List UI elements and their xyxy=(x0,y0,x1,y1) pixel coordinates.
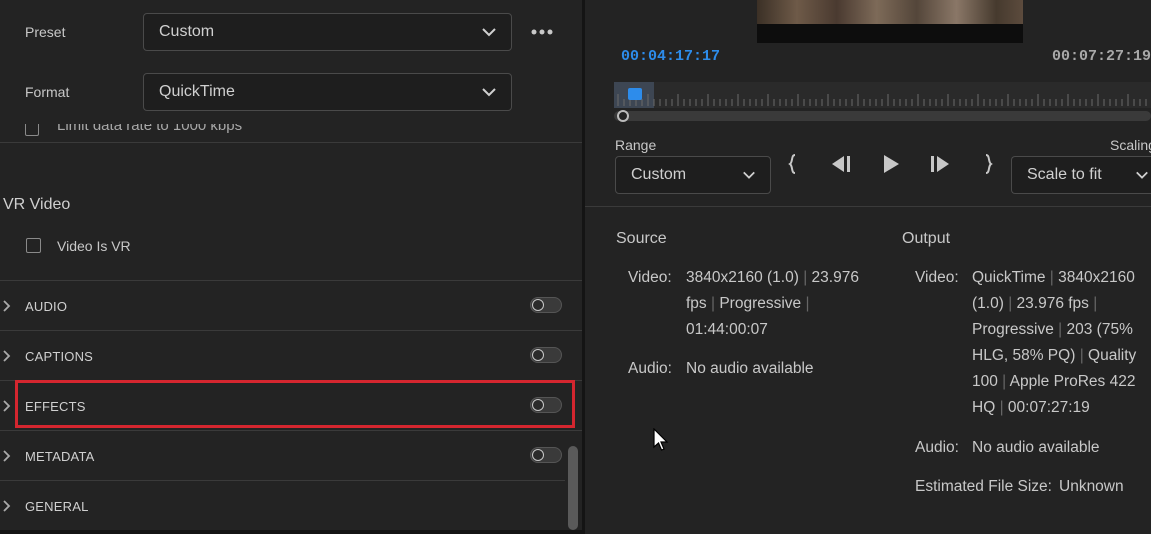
effects-highlight-box xyxy=(15,380,575,428)
output-video-line: (1.0) | 23.976 fps | xyxy=(972,295,1098,312)
play-icon[interactable] xyxy=(881,154,901,174)
chevron-right-icon xyxy=(3,400,11,412)
playhead-marker[interactable] xyxy=(628,88,642,100)
step-back-icon[interactable] xyxy=(829,155,853,173)
source-video-label: Video: xyxy=(628,269,672,286)
output-video-info: QuickTime | 3840x2160 (1.0) | 23.976 fps… xyxy=(972,265,1150,421)
output-video-line: QuickTime | 3840x2160 xyxy=(972,269,1135,286)
limit-data-rate-row: Limit data rate to 1000 kbps xyxy=(0,124,582,142)
source-video-line: 01:44:00:07 xyxy=(686,321,768,338)
estimated-size-label: Estimated File Size: xyxy=(915,478,1052,495)
source-audio-value: No audio available xyxy=(686,360,814,377)
section-metadata[interactable]: METADATA xyxy=(0,431,565,480)
scaling-label: Scaling xyxy=(1110,137,1151,153)
bottom-border xyxy=(0,530,582,534)
source-video-line: 3840x2160 (1.0) | 23.976 xyxy=(686,269,859,286)
vr-video-heading: VR Video xyxy=(3,196,71,213)
timeline-ticks xyxy=(617,94,1147,106)
section-audio[interactable]: AUDIO xyxy=(0,281,582,330)
scrollbar[interactable] xyxy=(568,446,578,530)
divider xyxy=(0,142,582,143)
chevron-down-icon xyxy=(743,171,755,179)
section-captions[interactable]: CAPTIONS xyxy=(0,331,582,380)
section-label: GENERAL xyxy=(25,499,89,514)
output-video-label: Video: xyxy=(915,269,959,286)
section-general[interactable]: GENERAL xyxy=(0,481,565,530)
chevron-right-icon xyxy=(3,350,11,362)
export-settings-panel: Preset Custom Format QuickTime Limit dat… xyxy=(0,0,582,534)
source-heading: Source xyxy=(616,230,667,247)
step-forward-icon[interactable] xyxy=(928,155,952,173)
chevron-right-icon xyxy=(3,500,11,512)
scaling-value: Scale to fit xyxy=(1027,166,1102,183)
scaling-dropdown[interactable]: Scale to fit xyxy=(1011,156,1151,194)
metadata-toggle[interactable] xyxy=(530,447,562,463)
chevron-right-icon xyxy=(3,450,11,462)
source-video-line: fps | Progressive | xyxy=(686,295,810,312)
format-label: Format xyxy=(25,84,70,100)
chevron-down-icon xyxy=(482,88,496,97)
chevron-down-icon xyxy=(482,28,496,37)
output-audio-value: No audio available xyxy=(972,439,1100,456)
estimated-size-value: Unknown xyxy=(1059,478,1124,495)
output-video-line: Progressive | 203 (75% xyxy=(972,321,1133,338)
mouse-cursor-icon xyxy=(653,428,669,451)
divider xyxy=(585,206,1151,207)
range-value: Custom xyxy=(631,166,687,183)
source-video-info: 3840x2160 (1.0) | 23.976 fps | Progressi… xyxy=(686,265,886,343)
audio-toggle[interactable] xyxy=(530,297,562,313)
output-video-line: HLG, 58% PQ) | Quality xyxy=(972,347,1137,364)
preset-dropdown[interactable]: Custom xyxy=(143,13,512,51)
section-label: AUDIO xyxy=(25,299,68,314)
mark-out-icon[interactable] xyxy=(982,153,994,175)
preset-label: Preset xyxy=(25,24,66,40)
more-horizontal-icon[interactable] xyxy=(531,27,553,37)
video-is-vr-checkbox[interactable] xyxy=(26,238,41,253)
chevron-right-icon xyxy=(3,300,11,312)
duration-timecode: 00:07:27:19 xyxy=(1052,48,1151,65)
output-heading: Output xyxy=(902,230,951,247)
scrub-handle[interactable] xyxy=(617,110,629,122)
format-dropdown[interactable]: QuickTime xyxy=(143,73,512,111)
section-label: METADATA xyxy=(25,449,95,464)
mark-in-icon[interactable] xyxy=(787,153,799,175)
captions-toggle[interactable] xyxy=(530,347,562,363)
preset-value: Custom xyxy=(159,23,215,40)
format-value: QuickTime xyxy=(159,83,235,100)
output-audio-label: Audio: xyxy=(915,439,959,456)
section-label: CAPTIONS xyxy=(25,349,94,364)
output-video-line: 100 | Apple ProRes 422 xyxy=(972,373,1136,390)
limit-data-rate-label: Limit data rate to 1000 kbps xyxy=(57,124,243,134)
video-is-vr-label: Video Is VR xyxy=(57,238,131,254)
source-audio-label: Audio: xyxy=(628,360,672,377)
scrub-bar[interactable] xyxy=(614,111,1151,121)
range-label: Range xyxy=(615,137,657,153)
current-timecode[interactable]: 00:04:17:17 xyxy=(621,48,720,65)
range-dropdown[interactable]: Custom xyxy=(615,156,771,194)
video-frame-image xyxy=(757,0,1023,24)
chevron-down-icon xyxy=(1136,171,1148,179)
limit-data-rate-checkbox[interactable] xyxy=(25,124,39,136)
output-video-line: HQ | 00:07:27:19 xyxy=(972,399,1090,416)
